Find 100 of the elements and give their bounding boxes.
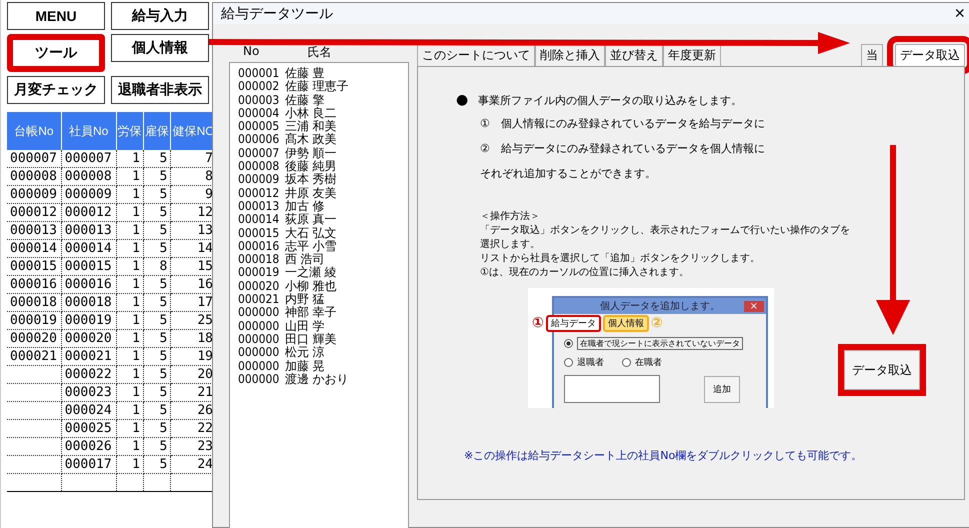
table-cell: 000007	[10, 151, 57, 166]
employee-name[interactable]: 小林 良二	[285, 106, 337, 120]
employee-name[interactable]: 一之瀬 綾	[285, 266, 337, 280]
sheet-button[interactable]: 月変チェック	[7, 76, 105, 104]
sheet-button[interactable]: 給与入力	[111, 2, 209, 30]
employee-name[interactable]: 佐藤 理恵子	[285, 80, 349, 94]
employee-name[interactable]: 山田 学	[285, 320, 325, 333]
column-header: 台帳No	[7, 112, 62, 150]
employee-number[interactable]: 000003	[238, 94, 280, 107]
table-cell: 13	[197, 223, 213, 238]
table-cell: 5	[159, 223, 168, 238]
table-cell: 9	[205, 187, 213, 202]
sheet-button[interactable]: MENU	[7, 2, 105, 30]
employee-number[interactable]: 000014	[238, 213, 280, 227]
table-cell: 5	[159, 313, 168, 328]
employee-number[interactable]: 000009	[238, 173, 280, 187]
tab[interactable]: 削除と挿入	[535, 44, 605, 66]
employee-name[interactable]: 渡邊 かおり	[285, 372, 349, 386]
employee-name[interactable]: 三浦 和美	[285, 120, 337, 134]
sheet-button[interactable]: 退職者非表示	[111, 76, 209, 104]
employee-number[interactable]: 000008	[238, 160, 280, 174]
employee-number[interactable]: 000016	[238, 240, 280, 254]
employee-number[interactable]: 000001	[238, 67, 280, 80]
employee-name[interactable]: 加古 修	[285, 200, 325, 214]
tab[interactable]: 並び替え	[605, 44, 663, 66]
employee-number[interactable]: 000004	[238, 106, 280, 120]
table-cell: 5	[159, 169, 168, 184]
table-cell: 8	[205, 169, 213, 184]
sheet-button[interactable]: 個人情報	[111, 34, 209, 62]
employee-name[interactable]: 大石 弘文	[285, 226, 337, 240]
table-cell: 5	[159, 439, 168, 454]
tab[interactable]: 年度更新	[663, 44, 721, 66]
employee-number[interactable]: 000000	[238, 346, 280, 360]
employee-name[interactable]: 後藤 純男	[285, 160, 337, 174]
employee-number[interactable]: 000005	[238, 120, 280, 134]
column-header: 社員No	[61, 112, 116, 150]
table-cell: 000016	[64, 277, 112, 292]
employee-number[interactable]: 000000	[238, 360, 280, 373]
employee-number[interactable]: 000018	[238, 253, 280, 266]
employee-number[interactable]: 000021	[238, 293, 280, 306]
employee-name[interactable]: 坂本 秀樹	[285, 173, 337, 187]
table-cell: 5	[159, 457, 168, 472]
table-cell: 1	[132, 457, 140, 472]
instruction-text: リストから社員を選択して「追加」ボタンをクリックします。	[480, 252, 761, 266]
employee-number[interactable]: 000000	[238, 332, 280, 346]
table-cell: 5	[159, 187, 168, 202]
instruction-text: ①は、現在のカーソルの位置に挿入されます。	[480, 266, 690, 280]
employee-name[interactable]: 小柳 雅也	[285, 280, 337, 294]
table-cell: 1	[132, 295, 140, 310]
employee-name[interactable]: 髙木 政美	[285, 133, 337, 147]
list-header: 氏名	[307, 44, 332, 61]
table-cell: 25	[197, 313, 213, 328]
description-text: ② 給与データにのみ登録されているデータを個人情報に	[479, 141, 766, 157]
table-cell: 000016	[10, 277, 57, 292]
table-cell: 1	[132, 439, 140, 454]
table-cell: 5	[159, 421, 168, 436]
employee-number[interactable]: 000000	[238, 372, 280, 386]
sheet-button[interactable]: ツール	[7, 34, 105, 72]
employee-name[interactable]: 田口 輝美	[285, 332, 337, 346]
tab[interactable]: このシートについて	[417, 44, 535, 66]
table-cell: 5	[159, 241, 168, 256]
table-cell: 21	[197, 385, 213, 400]
employee-name[interactable]: 佐藤 豊	[285, 67, 325, 80]
tab[interactable]: 当	[861, 44, 883, 66]
option-label: 在職者	[635, 356, 662, 369]
employee-name[interactable]: 井原 友美	[285, 186, 337, 200]
table-cell: 000019	[64, 313, 112, 328]
table-cell: 17	[197, 295, 213, 310]
employee-name[interactable]: 佐藤 擎	[285, 94, 325, 107]
employee-number[interactable]: 000012	[238, 186, 280, 200]
employee-number[interactable]: 000000	[238, 320, 280, 333]
table-cell: 23	[197, 439, 213, 454]
table-cell: 5	[159, 295, 168, 310]
employee-name[interactable]: 松元 涼	[285, 346, 325, 360]
employee-name[interactable]: 西 浩司	[285, 253, 325, 266]
employee-number[interactable]: 000000	[238, 306, 280, 320]
table-cell: 000015	[64, 259, 112, 274]
employee-number[interactable]: 000002	[238, 80, 280, 94]
table-cell: 000019	[10, 313, 57, 328]
table-cell: 18	[197, 331, 213, 346]
employee-name[interactable]: 神部 幸子	[285, 306, 337, 320]
employee-number[interactable]: 000020	[238, 280, 280, 294]
description-text: それぞれ追加することができます。	[479, 166, 657, 182]
close-button[interactable]: ×	[950, 3, 969, 24]
employee-number[interactable]: 000019	[238, 266, 280, 280]
employee-number[interactable]: 000013	[238, 200, 280, 214]
table-cell: 1	[132, 349, 140, 364]
employee-name[interactable]: 伊勢 順一	[285, 146, 337, 160]
employee-number[interactable]: 000015	[238, 226, 280, 240]
employee-number[interactable]: 000007	[238, 146, 280, 160]
employee-name[interactable]: 志平 小雪	[285, 240, 337, 254]
table-cell: 000013	[10, 223, 57, 238]
employee-name[interactable]: 加藤 晃	[285, 360, 325, 373]
table-cell: 22	[197, 421, 213, 436]
employee-number[interactable]: 000006	[238, 133, 280, 147]
employee-name[interactable]: 荻原 真一	[285, 213, 337, 227]
employee-list[interactable]	[229, 62, 409, 528]
employee-name[interactable]: 内野 猛	[285, 293, 325, 306]
table-cell: 19	[197, 349, 213, 364]
table-cell: 000012	[10, 205, 57, 220]
